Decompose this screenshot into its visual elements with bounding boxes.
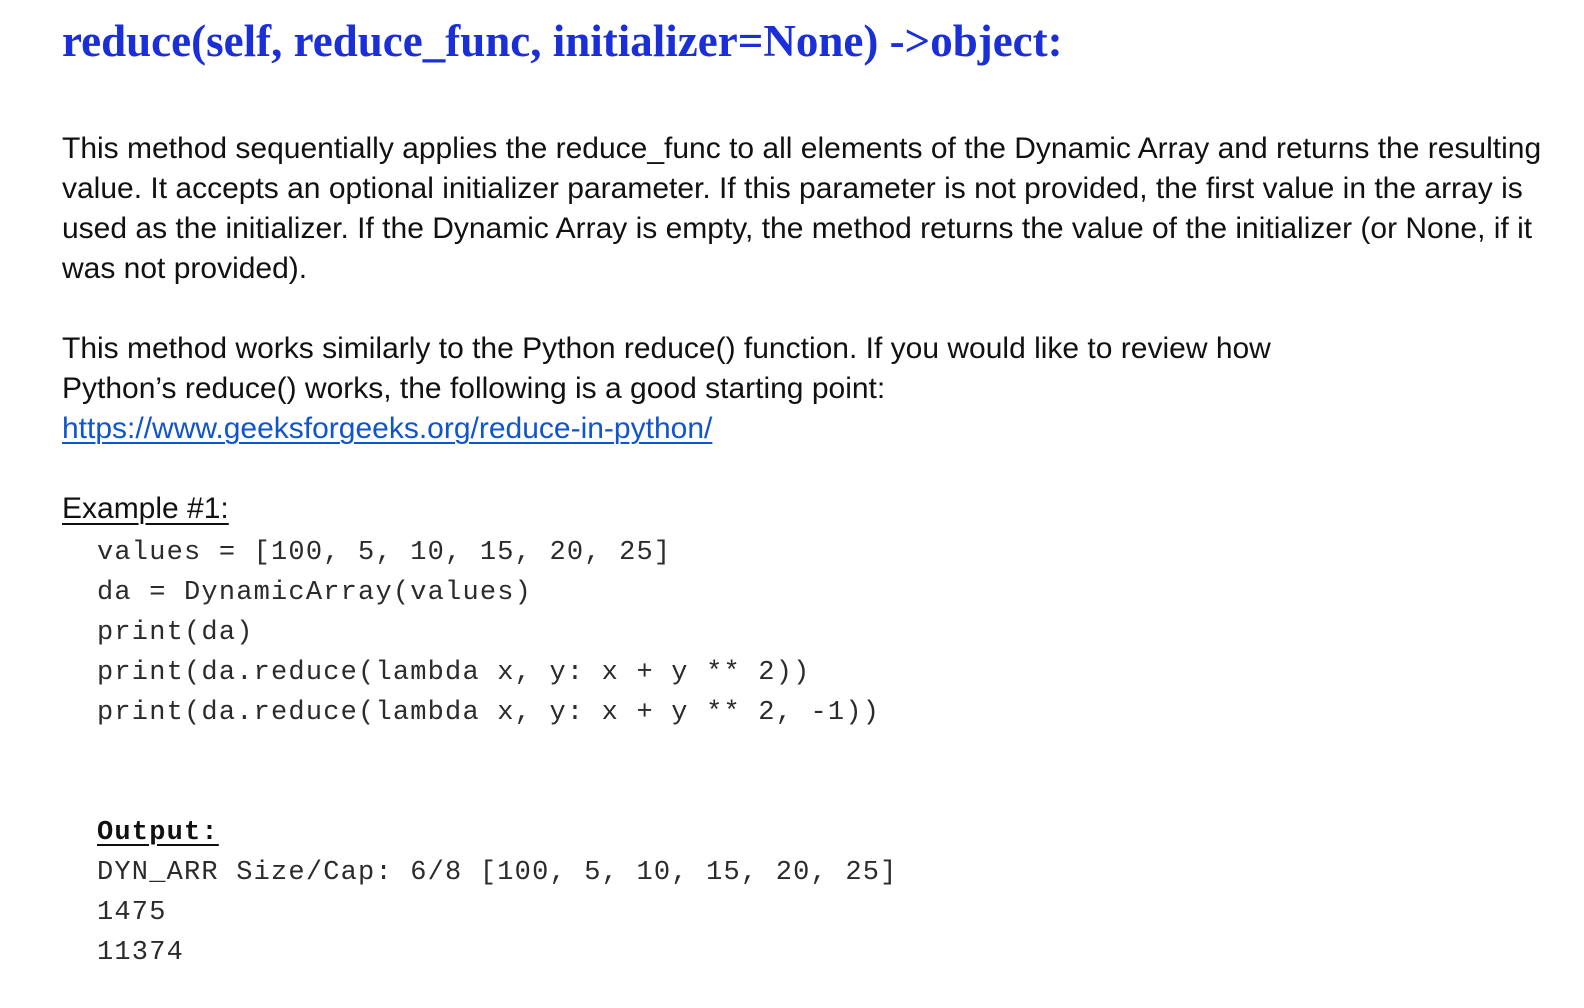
reference-text-line-2: Python’s reduce() works, the following i… (62, 372, 886, 405)
code-line: print(da.reduce(lambda x, y: x + y ** 2)… (97, 658, 811, 688)
example-heading: Example #1: (62, 492, 229, 525)
document: reduce(self, reduce_func, initializer=No… (62, 14, 1542, 973)
output-label: Output: (97, 818, 219, 848)
code-line: da = DynamicArray(values) (97, 578, 533, 608)
method-heading: reduce(self, reduce_func, initializer=No… (62, 14, 1542, 68)
example-output-block: Output: DYN_ARR Size/Cap: 6/8 [100, 5, 1… (97, 813, 1542, 973)
method-name: reduce (62, 16, 192, 66)
reference-link[interactable]: https://www.geeksforgeeks.org/reduce-in-… (62, 409, 1542, 449)
code-line: values = [100, 5, 10, 15, 20, 25] (97, 538, 672, 568)
code-line: print(da) (97, 618, 254, 648)
reference-text-line-1: This method works similarly to the Pytho… (62, 332, 1271, 365)
code-line: print(da.reduce(lambda x, y: x + y ** 2,… (97, 698, 881, 728)
example-code-block: values = [100, 5, 10, 15, 20, 25] da = D… (97, 533, 1542, 733)
method-signature: (self, reduce_func, initializer=None) ->… (191, 16, 1063, 66)
output-line: 11374 (97, 938, 185, 968)
description-paragraph: This method sequentially applies the red… (62, 132, 1542, 285)
output-line: DYN_ARR Size/Cap: 6/8 [100, 5, 10, 15, 2… (97, 858, 898, 888)
output-line: 1475 (97, 898, 167, 928)
reference-paragraph: This method works similarly to the Pytho… (62, 329, 1542, 449)
